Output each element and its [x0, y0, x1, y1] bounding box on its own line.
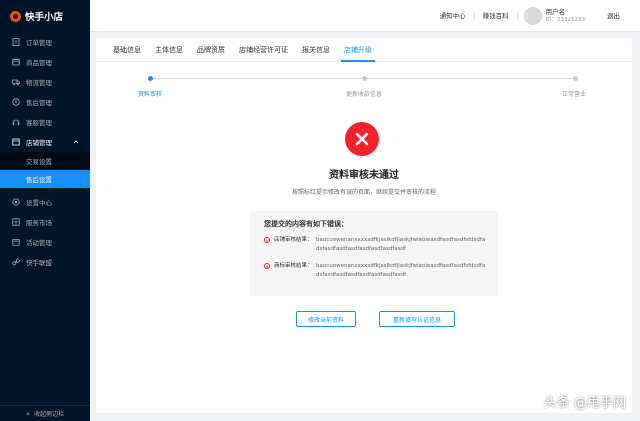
error-row-label: 店铺审核结果： [274, 237, 313, 243]
sidebar-menu: 订单管理 商品管理 物流管理 ¥ 售后管理 客服管理 店铺管理 [0, 32, 90, 152]
avatar[interactable] [523, 6, 542, 25]
box-icon [12, 58, 20, 66]
sidebar: 快手小店 订单管理 商品管理 物流管理 ¥ 售后管理 客服管理 店铺管理 交易设 [0, 0, 90, 421]
truck-icon [12, 78, 20, 86]
sidebar-item-kuaishou-alliance[interactable]: 快手联盟 [0, 252, 90, 272]
step-connector [366, 78, 573, 79]
result-title: 资料审核未通过 [329, 170, 399, 181]
refund-icon: ¥ [12, 98, 20, 106]
double-chevron-left-icon: « [25, 409, 31, 418]
sidebar-menu-lower: 设置中心 服务市场 活动管理 快手联盟 [0, 192, 90, 272]
error-row: ✕ 商标审核结果： baocuowenanxxxxsdfkjaslkdfjlas… [264, 262, 488, 280]
sidebar-item-settings-center[interactable]: 设置中心 [0, 192, 90, 212]
sidebar-item-label: 物流管理 [26, 79, 52, 87]
app-logo[interactable]: 快手小店 [0, 0, 90, 32]
step-dot-payment [362, 76, 367, 81]
tab-bar: 基础信息 主体信息 品牌资质 店铺经营许可证 报关信息 店铺升级 [96, 38, 632, 62]
progress-steps: 资料审核 更新收款信息 正常营业 [96, 70, 632, 110]
svg-text:¥: ¥ [15, 100, 18, 106]
top-header: 通知中心 赚钱百科 用户名 ID：23321233 退出 [90, 0, 640, 32]
error-row-label: 商标审核结果： [274, 263, 313, 269]
user-profile[interactable]: 用户名 ID：23321233 [518, 6, 599, 25]
sidebar-item-label: 客服管理 [26, 119, 52, 127]
error-details-title: 您提交的内容有如下错误： [264, 220, 348, 228]
sidebar-item-label: 店铺管理 [26, 139, 52, 147]
user-id: ID：23321233 [545, 16, 585, 23]
sidebar-item-logistics[interactable]: 物流管理 [0, 72, 90, 92]
collapse-sidebar-button[interactable]: « 收起侧边栏 [0, 405, 90, 421]
sidebar-item-service-market[interactable]: 服务市场 [0, 212, 90, 232]
collapse-sidebar-label: 收起侧边栏 [34, 411, 65, 418]
step-label-payment: 更新收款信息 [346, 91, 383, 98]
store-icon [12, 138, 20, 146]
link-icon [12, 258, 20, 266]
error-x-icon: ✕ [264, 237, 270, 243]
earn-money-wiki-link[interactable]: 赚钱百科 [475, 11, 518, 20]
sidebar-item-label: 快手联盟 [26, 259, 52, 267]
sidebar-item-label: 设置中心 [26, 199, 52, 207]
error-status-icon [345, 122, 379, 156]
grid-icon [12, 218, 20, 226]
notification-center-link[interactable]: 通知中心 [432, 11, 475, 20]
sidebar-item-after-sales[interactable]: ¥ 售后管理 [0, 92, 90, 112]
error-row-value: baocuowenanxxxxsdfkjaslkdfjlaskjfwieoiea… [316, 263, 486, 278]
step-dot-review [148, 76, 153, 81]
headset-icon [12, 118, 20, 126]
watermark-text: 头条 @甩手网 [543, 396, 626, 411]
chevron-up-icon [73, 140, 79, 144]
tab-customs-info[interactable]: 报关信息 [295, 45, 337, 61]
sidebar-item-orders[interactable]: 订单管理 [0, 32, 90, 52]
user-name: 用户名 [545, 7, 566, 16]
logout-link[interactable]: 退出 [599, 12, 628, 20]
step-connector [152, 78, 363, 79]
error-row: ✕ 店铺审核结果： baocuowenanxxxxsdfkjaslkdfjlas… [264, 236, 488, 254]
document-icon [12, 38, 20, 46]
tab-brand-qualification[interactable]: 品牌资质 [190, 45, 232, 61]
close-icon [355, 132, 369, 146]
step-label-review: 资料审核 [138, 91, 163, 98]
sidebar-subitem-trade-settings[interactable]: 交易设置 [0, 152, 90, 170]
sidebar-item-label: 售后管理 [26, 99, 52, 107]
watermark: 头条 @甩手网 [544, 392, 626, 411]
error-x-icon: ✕ [264, 263, 270, 269]
sidebar-item-label: 服务市场 [26, 219, 52, 227]
tab-store-upgrade[interactable]: 店铺升级 [337, 45, 379, 62]
sidebar-item-store-management[interactable]: 店铺管理 [0, 132, 90, 152]
sidebar-item-products[interactable]: 商品管理 [0, 52, 90, 72]
error-details-box: 您提交的内容有如下错误： ✕ 店铺审核结果： baocuowenanxxxxsd… [250, 211, 498, 296]
sidebar-item-label: 商品管理 [26, 59, 52, 67]
tab-subject-info[interactable]: 主体信息 [148, 45, 190, 61]
kuaishou-logo-icon [10, 10, 21, 22]
sidebar-item-customer-service[interactable]: 客服管理 [0, 112, 90, 132]
app-logo-text: 快手小店 [25, 12, 64, 23]
tab-store-license[interactable]: 店铺经营许可证 [232, 45, 295, 61]
main-content: 基础信息 主体信息 品牌资质 店铺经营许可证 报关信息 店铺升级 资料审核 更新… [96, 38, 632, 413]
sidebar-subitem-after-sales-settings[interactable]: 售后设置 [0, 170, 90, 188]
sidebar-item-label: 活动管理 [26, 239, 52, 247]
calendar-icon [12, 238, 20, 246]
gear-icon [12, 198, 20, 206]
sidebar-item-activities[interactable]: 活动管理 [0, 232, 90, 252]
sidebar-item-label: 订单管理 [26, 39, 52, 47]
error-row-value: baocuowenanxxxxsdfkjaslkdfjlaskjfwieoiea… [316, 237, 486, 252]
step-label-operating: 正常营业 [562, 91, 587, 98]
tab-basic-info[interactable]: 基础信息 [106, 45, 148, 61]
refill-certification-button[interactable]: 重新填写认证信息 [379, 311, 455, 327]
store-submenu: 交易设置 售后设置 [0, 152, 90, 188]
step-dot-operating [573, 76, 578, 81]
modify-current-info-button[interactable]: 修改当前资料 [296, 311, 356, 327]
result-subtitle: 按照标红提示修改有误的页面，继续提交并审核的流程 [291, 189, 436, 196]
